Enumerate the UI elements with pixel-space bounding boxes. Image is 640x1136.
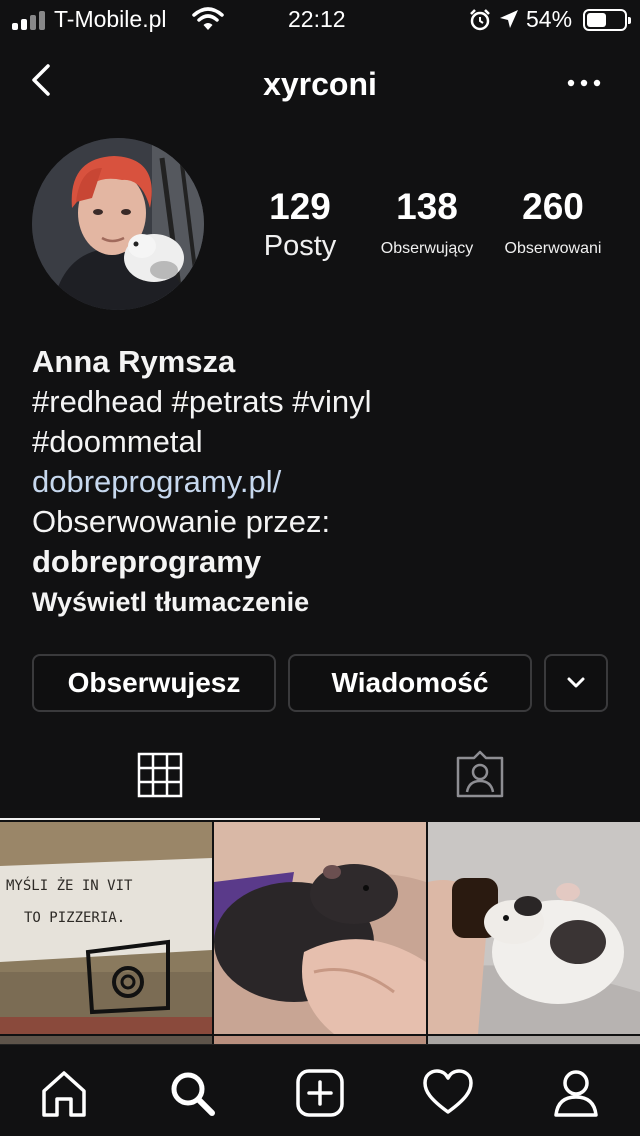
- post-thumbnail[interactable]: [214, 822, 426, 1034]
- tab-grid-posts[interactable]: [0, 740, 320, 820]
- profile-name: Anna Rymsza: [32, 344, 236, 379]
- heart-icon[interactable]: [420, 1065, 476, 1121]
- search-icon[interactable]: [164, 1065, 220, 1121]
- new-post-icon[interactable]: [292, 1065, 348, 1121]
- battery-percent: 54%: [526, 6, 573, 32]
- following-count: 260: [522, 186, 584, 227]
- followers-count: 138: [396, 186, 458, 227]
- posts-label: Posty: [263, 230, 337, 262]
- translate-link[interactable]: Wyświetl tłumaczenie: [32, 582, 622, 622]
- followed-by-label: Obserwowanie przez:: [32, 504, 331, 539]
- bio-hashtags-line2[interactable]: #doommetal: [32, 422, 622, 462]
- suggestions-dropdown-button[interactable]: [544, 654, 608, 712]
- post-thumbnail[interactable]: MYŚLI ŻE IN VIT TO PIZZERIA.: [0, 822, 212, 1034]
- tab-tagged-posts[interactable]: [320, 740, 640, 820]
- home-icon[interactable]: [36, 1065, 92, 1121]
- bottom-navigation: [0, 1044, 640, 1136]
- more-options-icon[interactable]: [566, 76, 602, 90]
- clock-time: 22:12: [288, 6, 346, 32]
- location-arrow-icon: [500, 10, 518, 28]
- profile-bio: Anna Rymsza #redhead #petrats #vinyl #do…: [32, 342, 622, 622]
- profile-avatar[interactable]: [32, 138, 204, 310]
- followed-by-user[interactable]: dobreprogramy: [32, 542, 622, 582]
- alarm-icon: [470, 9, 490, 31]
- wifi-icon: [192, 7, 224, 30]
- stat-following[interactable]: 260 Obserwowani: [494, 186, 612, 258]
- profile-username: xyrconi: [263, 66, 377, 102]
- bio-website-link[interactable]: dobreprogramy.pl/: [32, 462, 622, 502]
- chevron-down-icon: [567, 677, 585, 688]
- bio-hashtags-line1[interactable]: #redhead #petrats #vinyl: [32, 382, 622, 422]
- message-button[interactable]: Wiadomość: [288, 654, 532, 712]
- photo-graffiti-text-1: MYŚLI ŻE IN VIT: [6, 876, 133, 894]
- photo-graffiti-text-2: TO PIZZERIA.: [24, 910, 125, 926]
- following-button[interactable]: Obserwujesz: [32, 654, 276, 712]
- posts-count: 129: [269, 186, 331, 227]
- stat-followers[interactable]: 138 Obserwujący: [366, 186, 488, 258]
- stat-posts[interactable]: 129 Posty: [250, 186, 350, 263]
- signal-icon: [12, 10, 48, 30]
- tagged-person-icon: [456, 750, 504, 798]
- battery-icon: [583, 9, 631, 31]
- status-bar: T-Mobile.pl 22:12 54%: [0, 0, 640, 40]
- grid-icon: [137, 752, 183, 798]
- profile-icon[interactable]: [548, 1065, 604, 1121]
- post-thumbnail[interactable]: [428, 822, 640, 1034]
- carrier-name: T-Mobile.pl: [54, 6, 167, 32]
- following-label: Obserwowani: [504, 240, 602, 257]
- followers-label: Obserwujący: [380, 240, 474, 257]
